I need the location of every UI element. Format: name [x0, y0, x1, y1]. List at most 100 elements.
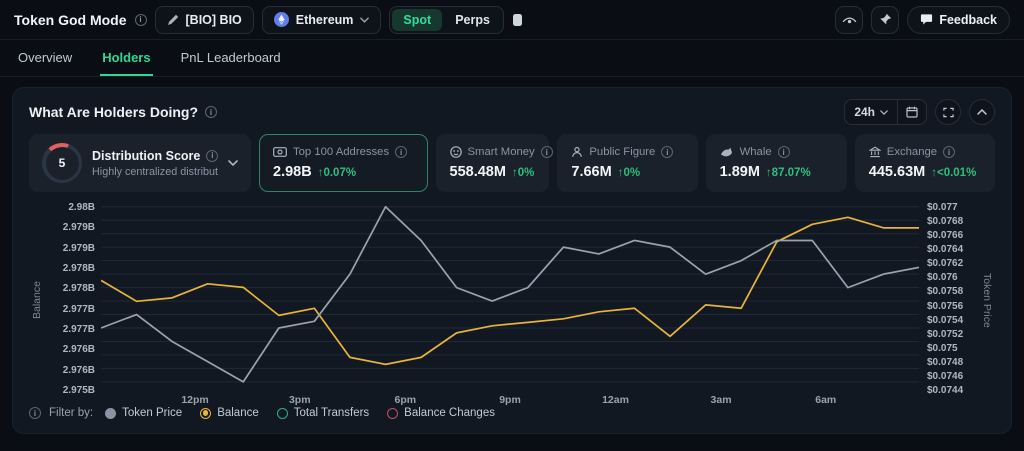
x-tick-label: 3pm: [289, 394, 311, 406]
stat-card-whale[interactable]: Whale1.89M87.07%: [706, 134, 847, 192]
info-icon[interactable]: [778, 146, 790, 158]
feedback-label: Feedback: [939, 13, 997, 27]
axis-tick-label: 2.978B: [63, 283, 95, 294]
stat-change: 0.07%: [318, 167, 356, 179]
info-icon[interactable]: [206, 150, 218, 162]
tab-overview[interactable]: Overview: [16, 40, 74, 76]
stat-title: Top 100 Addresses: [293, 146, 389, 158]
axis-tick-label: $0.0746: [927, 371, 963, 382]
filter-token-price[interactable]: Token Price: [105, 407, 182, 419]
info-icon[interactable]: [395, 146, 407, 158]
x-tick-label: 3am: [711, 394, 732, 406]
tab-bar: Overview Holders PnL Leaderboard: [0, 40, 1024, 77]
info-icon[interactable]: [943, 146, 955, 158]
stat-value-row: 2.98B 0.07%: [273, 164, 414, 180]
axis-tick-label: $0.0766: [927, 230, 963, 241]
holders-panel: What Are Holders Doing? 24h: [12, 87, 1012, 434]
tab-holders[interactable]: Holders: [100, 40, 152, 76]
timeframe-select[interactable]: 24h: [845, 100, 897, 124]
info-icon[interactable]: [661, 146, 673, 158]
eye-icon: [842, 14, 857, 26]
axis-tick-label: $0.0744: [927, 385, 963, 396]
x-axis-labels: 12pm3pm6pm9pm12am3am6am: [101, 390, 919, 398]
pin-icon: [879, 13, 892, 26]
legend-label: Balance: [217, 407, 259, 419]
plot-area[interactable]: [101, 202, 919, 390]
distribution-score-card[interactable]: 5 Distribution Score Highly centralized …: [29, 134, 251, 192]
filter-label: Filter by:: [49, 407, 93, 419]
stat-value: 2.98B: [273, 164, 312, 180]
left-axis-title: Balance: [29, 202, 45, 398]
legend-label: Balance Changes: [404, 407, 495, 419]
stat-value: 558.48M: [450, 164, 506, 180]
distribution-title: Distribution Score: [92, 149, 200, 163]
chain-label: Ethereum: [296, 13, 354, 27]
info-icon[interactable]: [205, 106, 217, 118]
stat-value-row: 7.66M0%: [571, 164, 683, 180]
up-arrow-icon: [512, 167, 518, 179]
distribution-subtitle: Highly centralized distribution: [92, 166, 218, 178]
banknote-icon: [273, 147, 287, 157]
stat-card-exchange[interactable]: Exchange 445.63M <0.01%: [855, 134, 995, 192]
axis-tick-label: $0.075: [927, 343, 958, 354]
whale-icon: [720, 147, 734, 158]
feedback-button[interactable]: Feedback: [907, 6, 1010, 34]
stat-value: 445.63M: [869, 164, 925, 180]
axis-tick-label: $0.0758: [927, 286, 963, 297]
stat-title: Exchange: [887, 146, 937, 158]
distribution-score-value: 5: [59, 156, 66, 170]
copy-icon[interactable]: [512, 13, 523, 27]
stat-change: <0.01%: [931, 167, 976, 179]
stat-change: 0%: [618, 167, 640, 179]
pin-button[interactable]: [871, 6, 899, 34]
token-select-button[interactable]: [BIO] BIO: [155, 6, 254, 34]
watch-button[interactable]: [835, 6, 863, 34]
stat-card-top-100-addresses[interactable]: Top 100 Addresses 2.98B 0.07%: [259, 134, 428, 192]
info-icon[interactable]: [541, 146, 553, 158]
axis-tick-label: $0.0764: [927, 244, 963, 255]
chevron-down-icon: [880, 110, 888, 115]
chevron-down-icon: [360, 17, 369, 23]
legend-dot-icon: [200, 408, 211, 419]
exchange-icon: [869, 146, 881, 158]
smart-money-icon: [450, 146, 462, 158]
stat-change: 0%: [512, 167, 534, 179]
collapse-button[interactable]: [969, 99, 995, 125]
axis-tick-label: 2.976B: [63, 365, 95, 376]
axis-tick-label: $0.0768: [927, 216, 963, 227]
up-arrow-icon: [931, 167, 937, 179]
holders-chart[interactable]: [101, 202, 919, 390]
balance-line: [101, 217, 919, 364]
filter-balance[interactable]: Balance: [200, 407, 259, 419]
legend-label: Token Price: [122, 407, 182, 419]
fullscreen-button[interactable]: [935, 99, 961, 125]
up-arrow-icon: [618, 167, 624, 179]
x-tick-label: 12am: [602, 394, 629, 406]
stat-card-public-figure[interactable]: Public Figure 7.66M0%: [557, 134, 697, 192]
chain-select-button[interactable]: Ethereum: [262, 6, 382, 34]
perps-tab[interactable]: Perps: [444, 9, 501, 31]
axis-tick-label: 2.978B: [63, 263, 95, 274]
right-axis-title: Token Price: [979, 202, 995, 398]
info-icon[interactable]: [29, 407, 41, 419]
filter-balance-changes[interactable]: Balance Changes: [387, 407, 495, 419]
chevron-up-icon: [977, 109, 987, 115]
stat-card-header: Exchange: [869, 146, 981, 158]
info-icon[interactable]: [135, 14, 147, 26]
page-title: Token God Mode: [14, 12, 127, 28]
filter-total-transfers[interactable]: Total Transfers: [277, 407, 369, 419]
stat-card-smart-money[interactable]: Smart Money558.48M0%: [436, 134, 550, 192]
up-arrow-icon: [318, 167, 324, 179]
axis-tick-label: $0.0754: [927, 315, 963, 326]
axis-tick-label: 2.976B: [63, 344, 95, 355]
timeframe-value: 24h: [854, 105, 875, 119]
x-tick-label: 12pm: [181, 394, 208, 406]
axis-tick-label: $0.0748: [927, 357, 963, 368]
panel-title: What Are Holders Doing?: [29, 104, 198, 120]
public-figure-icon: [571, 146, 583, 158]
stat-title: Public Figure: [589, 146, 655, 158]
spot-tab[interactable]: Spot: [392, 9, 442, 31]
tab-pnl-leaderboard[interactable]: PnL Leaderboard: [179, 40, 283, 76]
calendar-button[interactable]: [898, 100, 926, 124]
stat-value-row: 1.89M87.07%: [720, 164, 833, 180]
